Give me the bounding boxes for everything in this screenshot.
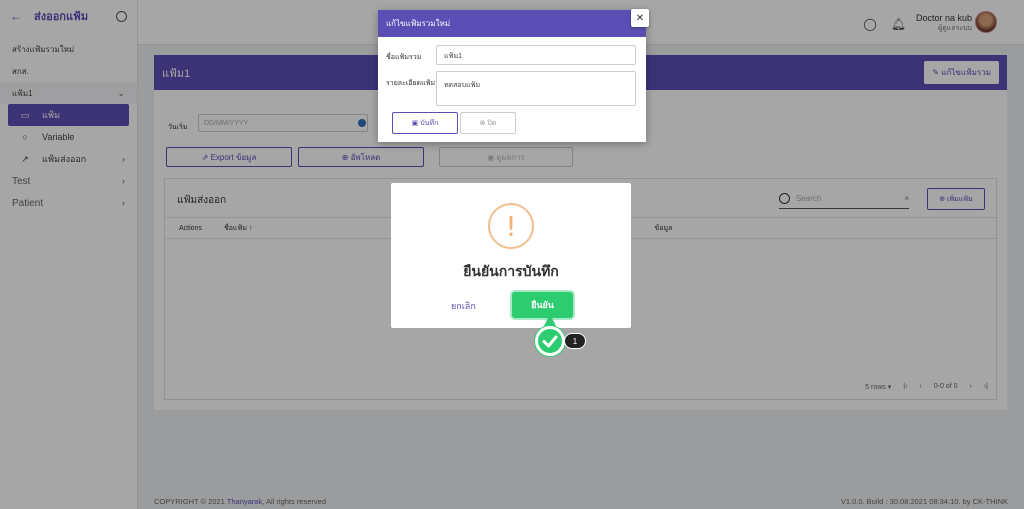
close-label: ปิด: [487, 119, 497, 127]
warning-icon: !: [488, 203, 534, 249]
confirm-button[interactable]: ยืนยัน: [512, 292, 573, 318]
step-pointer: [544, 314, 556, 326]
cancel-button[interactable]: ยกเลิก: [451, 299, 476, 313]
close-button[interactable]: ⊗ ปิด: [460, 112, 516, 134]
edit-combined-dialog: แก้ไขแฟ้มรวมใหม่ ชื่อแฟ้มรวม แฟ้ม1 รายละ…: [378, 10, 646, 142]
save-button[interactable]: ▣ บันทึก: [392, 112, 458, 134]
edit-dialog-title: แก้ไขแฟ้มรวมใหม่: [378, 10, 646, 37]
save-label: บันทึก: [420, 119, 439, 127]
check-icon: [535, 326, 565, 356]
name-field-label: ชื่อแฟ้มรวม: [386, 54, 422, 61]
description-field[interactable]: ทดสอบแฟ้ม: [436, 71, 636, 106]
name-field[interactable]: แฟ้ม1: [436, 45, 636, 65]
confirm-dialog: ! ยืนยันการบันทึก ยกเลิก ยืนยัน: [391, 183, 631, 328]
step-badge: 1: [564, 333, 586, 349]
confirm-title: ยืนยันการบันทึก: [463, 263, 559, 279]
description-field-label: รายละเอียดแฟ้ม: [386, 80, 436, 87]
close-icon[interactable]: ✕: [631, 9, 649, 27]
